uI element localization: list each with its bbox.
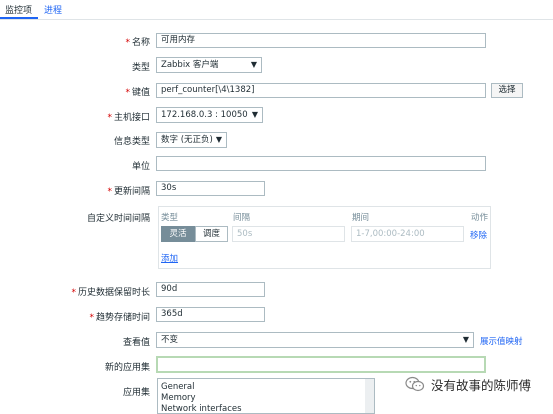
- units-label: 单位: [131, 162, 150, 172]
- custom-intervals-label: 自定义时间间隔: [86, 214, 150, 224]
- update-interval-input[interactable]: 30s: [156, 181, 265, 196]
- scheduling-toggle[interactable]: 调度: [195, 226, 228, 242]
- list-item[interactable]: General: [161, 382, 195, 392]
- custom-intervals-panel: 类型 间隔 期间 动作 灵活 调度 50s 1-7,00:00-24:00 移除…: [158, 206, 491, 269]
- chevron-down-icon: ▼: [462, 335, 469, 344]
- applications-listbox[interactable]: General Memory Network interfaces: [157, 378, 375, 414]
- tab-items[interactable]: 监控项: [5, 3, 32, 16]
- new-application-input[interactable]: [156, 356, 486, 373]
- remove-link[interactable]: 移除: [470, 229, 487, 241]
- host-interface-label: * 主机接口: [107, 113, 150, 123]
- new-application-label: 新的应用集: [104, 363, 150, 373]
- show-value-select[interactable]: 不变 ▼: [156, 332, 474, 348]
- host-interface-select[interactable]: 172.168.0.3 : 10050 ▼: [156, 107, 263, 123]
- flexible-toggle[interactable]: 灵活: [161, 226, 195, 242]
- name-input[interactable]: 可用内存: [156, 33, 486, 48]
- units-input[interactable]: [156, 156, 486, 171]
- value-mapping-link[interactable]: 展示值映射: [480, 335, 523, 347]
- watermark: 没有故事的陈师傅: [405, 375, 531, 393]
- header-interval: 间隔: [233, 213, 251, 223]
- tab-process[interactable]: 进程: [44, 3, 62, 16]
- trends-label: * 趋势存储时间: [89, 313, 150, 323]
- type-select[interactable]: Zabbix 客户端 ▼: [156, 57, 262, 73]
- key-input[interactable]: perf_counter[\4\1382]: [156, 83, 486, 98]
- header-type: 类型: [161, 213, 179, 223]
- chevron-down-icon: ▼: [215, 135, 222, 144]
- header-action: 动作: [471, 213, 489, 223]
- chevron-down-icon: ▼: [251, 110, 258, 119]
- interval-input[interactable]: 50s: [232, 226, 345, 242]
- info-type-select[interactable]: 数字 (无正负) ▼: [156, 132, 227, 148]
- history-label: * 历史数据保留时长: [71, 288, 150, 298]
- wechat-icon: [405, 376, 425, 392]
- history-input[interactable]: 90d: [156, 282, 265, 297]
- show-value-label: 查看值: [122, 338, 150, 348]
- list-item[interactable]: Memory: [161, 393, 196, 403]
- tab-divider: [0, 19, 553, 20]
- trends-input[interactable]: 365d: [156, 307, 265, 322]
- watermark-text: 没有故事的陈师傅: [431, 377, 532, 393]
- select-key-button[interactable]: 选择: [491, 83, 523, 98]
- list-item[interactable]: Network interfaces: [161, 404, 242, 413]
- add-link[interactable]: 添加: [161, 252, 178, 264]
- tab-bar: 监控项 进程: [0, 0, 553, 20]
- applications-label: 应用集: [122, 388, 150, 398]
- info-type-label: 信息类型: [113, 137, 150, 147]
- scrollbar[interactable]: [365, 379, 374, 413]
- name-label: * 名称: [125, 38, 150, 48]
- header-period: 期间: [352, 213, 370, 223]
- type-label: 类型: [131, 63, 150, 73]
- update-interval-label: * 更新间隔: [107, 187, 150, 197]
- chevron-down-icon: ▼: [250, 60, 257, 69]
- key-label: * 键值: [125, 88, 150, 98]
- period-input[interactable]: 1-7,00:00-24:00: [351, 226, 464, 242]
